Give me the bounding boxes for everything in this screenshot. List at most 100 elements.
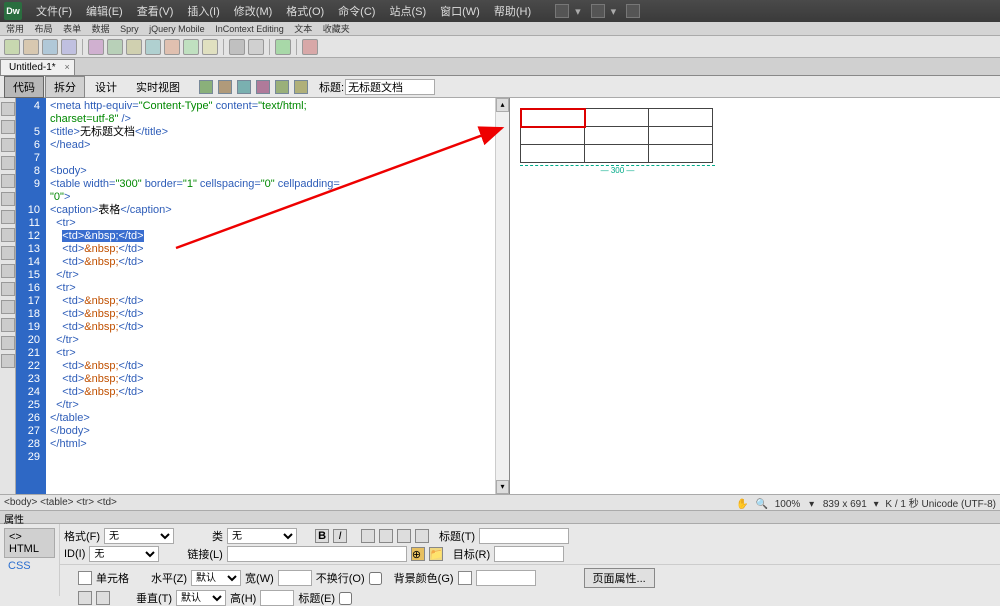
table-icon[interactable] [61, 39, 77, 55]
table-cell[interactable] [649, 145, 713, 163]
insert-tab-fav[interactable]: 收藏夹 [323, 24, 350, 34]
table-row[interactable] [521, 145, 713, 163]
live-code-icon[interactable] [218, 80, 232, 94]
tab-close-icon[interactable]: × [64, 62, 69, 72]
header-checkbox[interactable] [339, 592, 352, 605]
design-pane[interactable]: — 300 — [510, 98, 1000, 494]
table-cell[interactable] [521, 145, 585, 163]
recent-icon[interactable] [1, 354, 15, 368]
id-select[interactable]: 无 [89, 546, 159, 562]
menu-view[interactable]: 查看(V) [131, 1, 180, 21]
table-cell[interactable] [585, 109, 649, 127]
refresh-icon[interactable] [275, 80, 289, 94]
table-cell[interactable] [649, 109, 713, 127]
preview-table[interactable] [520, 108, 713, 163]
table-cell-selected[interactable] [521, 109, 585, 127]
title-input[interactable] [345, 79, 435, 95]
bold-button[interactable]: B [315, 529, 329, 543]
height-input[interactable] [260, 590, 294, 606]
scroll-down-icon[interactable]: ▾ [496, 480, 509, 494]
image-icon[interactable] [107, 39, 123, 55]
layout-icon[interactable] [555, 4, 569, 18]
inspect-icon[interactable] [199, 80, 213, 94]
comment-icon[interactable] [202, 39, 218, 55]
collapse-icon[interactable] [1, 120, 15, 134]
ol-icon[interactable] [415, 529, 429, 543]
vertical-scrollbar[interactable]: ▴ ▾ [495, 98, 509, 494]
menu-window[interactable]: 窗口(W) [434, 1, 486, 21]
expand-icon[interactable] [1, 138, 15, 152]
email-link-icon[interactable] [23, 39, 39, 55]
options-icon[interactable] [294, 80, 308, 94]
split-cell-icon[interactable] [96, 591, 110, 605]
link-folder-icon[interactable]: 📁 [429, 547, 443, 561]
menu-format[interactable]: 格式(O) [280, 1, 330, 21]
menu-modify[interactable]: 修改(M) [228, 1, 279, 21]
snippets-icon[interactable] [1, 336, 15, 350]
page-props-button[interactable]: 页面属性... [584, 568, 655, 588]
bg-color-input[interactable] [476, 570, 536, 586]
document-tab[interactable]: Untitled-1* × [0, 59, 75, 75]
view-split-button[interactable]: 拆分 [45, 76, 85, 98]
insert-tab-jquery[interactable]: jQuery Mobile [149, 24, 205, 34]
insert-tab-common[interactable]: 常用 [6, 24, 24, 34]
menu-commands[interactable]: 命令(C) [332, 1, 381, 21]
table-cell[interactable] [585, 145, 649, 163]
ssi-icon[interactable] [183, 39, 199, 55]
open-docs-icon[interactable] [1, 102, 15, 116]
class-select[interactable]: 无 [227, 528, 297, 544]
user-icon[interactable] [626, 4, 640, 18]
insert-tab-data[interactable]: 数据 [92, 24, 110, 34]
head-icon[interactable] [229, 39, 245, 55]
code-pane[interactable]: 4567891011121314151617181920212223242526… [16, 98, 510, 494]
table-cell[interactable] [649, 127, 713, 145]
insert-tab-ice[interactable]: InContext Editing [215, 24, 284, 34]
menu-file[interactable]: 文件(F) [30, 1, 78, 21]
template-icon[interactable] [275, 39, 291, 55]
balance-icon[interactable] [1, 174, 15, 188]
bg-color-swatch[interactable] [458, 571, 472, 585]
insert-tab-text[interactable]: 文本 [294, 24, 312, 34]
line-numbers-icon[interactable] [1, 192, 15, 206]
hand-tool-icon[interactable]: ✋ [736, 499, 748, 510]
prop-mode-html[interactable]: <> HTML [4, 528, 55, 558]
target-input[interactable] [494, 546, 564, 562]
vert-select[interactable]: 默认 [176, 590, 226, 606]
tag-selector[interactable]: <body> <table> <tr> <td> [4, 497, 736, 508]
script-icon[interactable] [248, 39, 264, 55]
scroll-up-icon[interactable]: ▴ [496, 98, 509, 112]
table-row[interactable] [521, 109, 713, 127]
date-icon[interactable] [164, 39, 180, 55]
zoom-value[interactable]: 100% [775, 499, 801, 510]
tag-icon[interactable] [302, 39, 318, 55]
properties-panel-title[interactable]: 属性 [0, 510, 1000, 524]
insert-tab-forms[interactable]: 表单 [63, 24, 81, 34]
outdent-list-icon[interactable] [361, 529, 375, 543]
table-cell[interactable] [521, 127, 585, 145]
format-icon[interactable] [1, 300, 15, 314]
check-icon[interactable] [256, 80, 270, 94]
view-live-button[interactable]: 实时视图 [127, 76, 189, 98]
zoom-tool-icon[interactable]: 🔍 [755, 499, 767, 510]
prop-mode-css[interactable]: CSS [4, 558, 55, 574]
table-row[interactable] [521, 127, 713, 145]
title-attr-input[interactable] [479, 528, 569, 544]
menu-help[interactable]: 帮助(H) [488, 1, 537, 21]
view-design-button[interactable]: 设计 [86, 76, 126, 98]
window-size[interactable]: 839 x 691 [823, 499, 867, 510]
view-code-button[interactable]: 代码 [4, 76, 44, 98]
nowrap-checkbox[interactable] [369, 572, 382, 585]
select-parent-icon[interactable] [1, 156, 15, 170]
menu-site[interactable]: 站点(S) [383, 1, 432, 21]
outdent-icon[interactable] [1, 282, 15, 296]
merge-cells-icon[interactable] [78, 591, 92, 605]
syntax-icon[interactable] [1, 228, 15, 242]
anchor-icon[interactable] [42, 39, 58, 55]
hyperlink-icon[interactable] [4, 39, 20, 55]
insert-tab-spry[interactable]: Spry [120, 24, 139, 34]
highlight-icon[interactable] [1, 210, 15, 224]
server-icon[interactable] [237, 80, 251, 94]
horz-select[interactable]: 默认 [191, 570, 241, 586]
code-editor[interactable]: <meta http-equiv="Content-Type" content=… [46, 98, 495, 494]
indent-icon[interactable] [1, 264, 15, 278]
